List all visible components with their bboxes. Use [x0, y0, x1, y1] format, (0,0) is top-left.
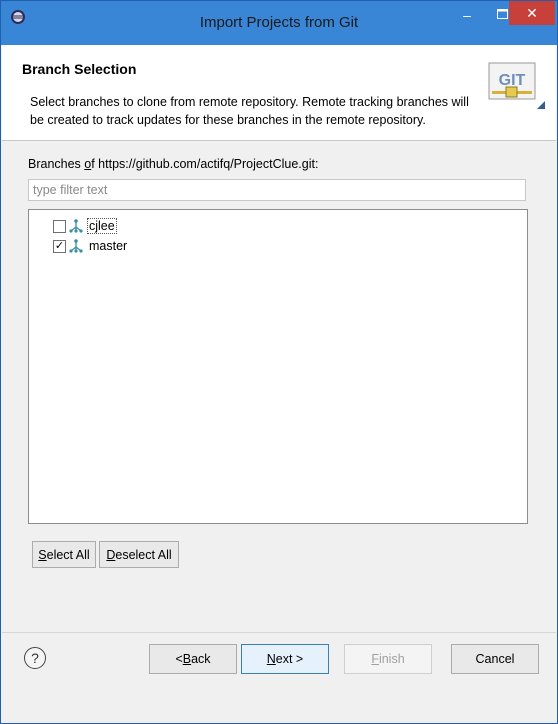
page-description: Select branches to clone from remote rep… [30, 95, 469, 127]
back-button[interactable]: < Back [149, 644, 237, 674]
import-dialog: Import Projects from Git – ✕ Branch Sele… [0, 0, 558, 724]
branch-checkbox-master[interactable]: ✓ [53, 239, 66, 253]
git-logo-text: GIT [499, 72, 526, 89]
deselect-all-button[interactable]: Deselect All [99, 541, 179, 568]
wizard-header: Branch Selection Select branches to clon… [2, 45, 556, 141]
footer-separator [2, 632, 556, 633]
branch-tree[interactable]: cjlee ✓ master [28, 209, 528, 524]
cancel-button[interactable]: Cancel [451, 644, 539, 674]
git-logo: GIT [488, 62, 545, 109]
branch-item-cjlee[interactable]: cjlee [53, 217, 117, 235]
branch-item-master[interactable]: ✓ master [53, 237, 128, 255]
minimize-button[interactable]: – [452, 4, 482, 28]
branch-label: cjlee [87, 218, 117, 234]
branch-label: master [89, 239, 128, 253]
maximize-icon [496, 9, 508, 19]
filter-input[interactable] [28, 179, 526, 201]
title-bar: Import Projects from Git – ✕ [1, 1, 557, 45]
branches-label: Branches of https://github.com/actifq/Pr… [28, 157, 319, 171]
help-icon[interactable]: ? [24, 647, 46, 669]
branch-icon [69, 239, 83, 253]
next-button[interactable]: Next > [241, 644, 329, 674]
page-title: Branch Selection [22, 61, 137, 77]
branch-checkbox-cjlee[interactable] [53, 219, 66, 233]
close-button[interactable]: ✕ [509, 1, 555, 25]
select-all-button[interactable]: Select All [32, 541, 96, 568]
finish-button[interactable]: Finish [344, 644, 432, 674]
branch-icon [69, 219, 83, 233]
